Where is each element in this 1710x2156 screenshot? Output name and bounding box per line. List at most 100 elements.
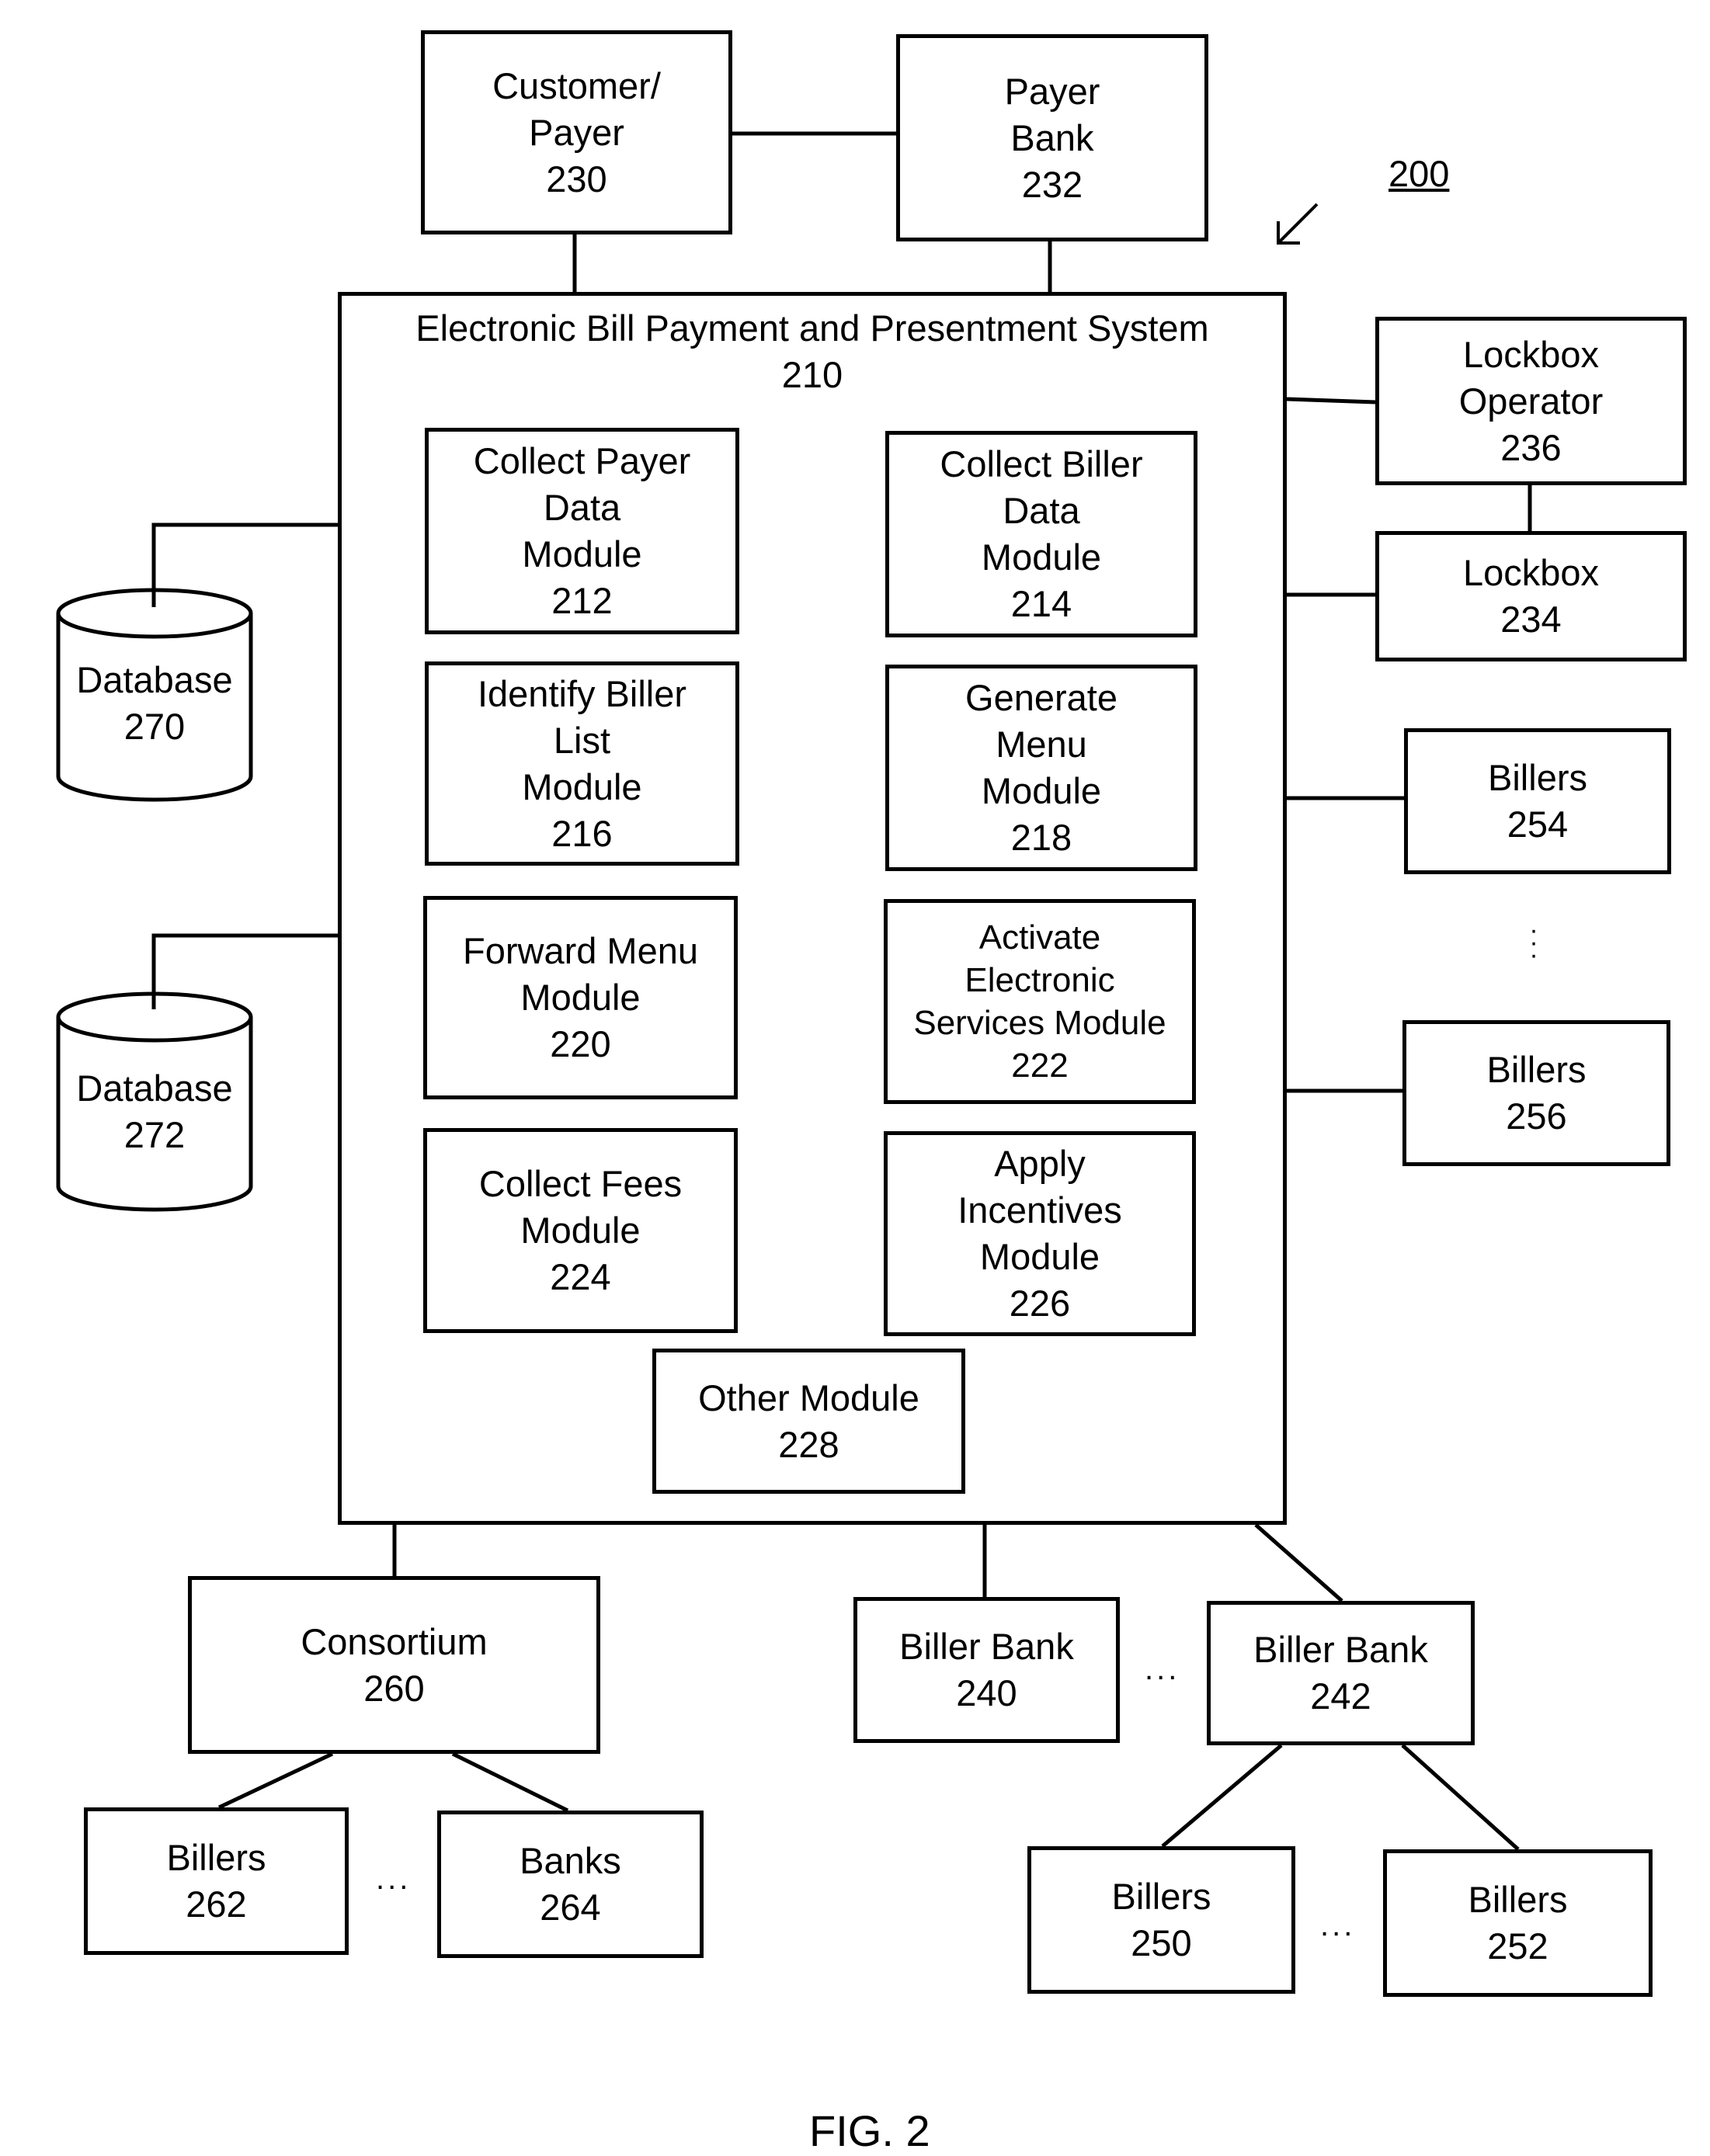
payer-bank-box: Payer Bank 232 bbox=[896, 34, 1208, 241]
billers-262-box: Billers 262 bbox=[84, 1807, 349, 1955]
billers-label: Billers bbox=[1111, 1876, 1211, 1917]
ebpp-system-number: 210 bbox=[781, 354, 843, 395]
module-number: 224 bbox=[550, 1256, 611, 1297]
module-label: Module bbox=[520, 977, 641, 1018]
database-270-label: Database 270 bbox=[58, 657, 251, 750]
biller-bank-240-box: Biller Bank 240 bbox=[853, 1597, 1120, 1743]
module-number: 220 bbox=[550, 1023, 611, 1064]
module-label: Menu bbox=[996, 724, 1087, 765]
module-label: List bbox=[553, 719, 611, 761]
module-label: Module bbox=[520, 1210, 641, 1251]
module-number: 226 bbox=[1009, 1283, 1071, 1324]
billers-number: 252 bbox=[1487, 1925, 1548, 1967]
customer-payer-number: 230 bbox=[546, 158, 607, 200]
module-label: Collect Biller bbox=[940, 443, 1143, 484]
module-collect-biller-data: Collect Biller Data Module 214 bbox=[885, 431, 1197, 637]
ellipsis-consortium: ... bbox=[376, 1862, 412, 1896]
biller-bank-label: Biller Bank bbox=[899, 1626, 1074, 1667]
billers-number: 256 bbox=[1506, 1095, 1567, 1137]
lockbox-operator-number: 236 bbox=[1500, 426, 1562, 468]
customer-payer-box: Customer/ Payer 230 bbox=[421, 30, 732, 234]
module-label: Module bbox=[522, 533, 642, 575]
billers-label: Billers bbox=[1488, 757, 1587, 798]
module-generate-menu: Generate Menu Module 218 bbox=[885, 665, 1197, 871]
consortium-number: 260 bbox=[363, 1667, 425, 1709]
module-number: 228 bbox=[778, 1423, 839, 1465]
reference-arrow-icon bbox=[1277, 203, 1319, 245]
banks-label: Banks bbox=[520, 1840, 621, 1881]
connector-consortium-billers262 bbox=[217, 1752, 334, 1810]
biller-bank-242-box: Biller Bank 242 bbox=[1207, 1601, 1475, 1745]
database-number: 272 bbox=[123, 1114, 186, 1155]
lockbox-operator-box: Lockbox Operator 236 bbox=[1375, 317, 1687, 485]
vertical-ellipsis: · · · bbox=[1529, 915, 1538, 970]
connector-billerbank242-billers252 bbox=[1401, 1744, 1520, 1851]
module-identify-biller-list: Identify Biller List Module 216 bbox=[425, 661, 739, 866]
module-label: Forward Menu bbox=[463, 930, 698, 971]
module-label: Collect Payer bbox=[473, 440, 691, 481]
billers-label: Billers bbox=[166, 1837, 266, 1878]
billers-250-box: Billers 250 bbox=[1027, 1846, 1295, 1994]
module-forward-menu: Forward Menu Module 220 bbox=[423, 896, 738, 1099]
module-other: Other Module 228 bbox=[652, 1349, 965, 1494]
module-collect-payer-data: Collect Payer Data Module 212 bbox=[425, 428, 739, 634]
module-label: Module bbox=[981, 536, 1102, 578]
ebpp-system-title: Electronic Bill Payment and Presentment … bbox=[342, 305, 1283, 398]
banks-number: 264 bbox=[540, 1887, 601, 1928]
billers-number: 254 bbox=[1507, 804, 1569, 845]
customer-payer-label-1: Customer/ bbox=[492, 64, 661, 106]
biller-bank-number: 240 bbox=[956, 1672, 1017, 1713]
connector-billerbank242-billers250 bbox=[1161, 1744, 1283, 1848]
module-label: Module bbox=[522, 766, 642, 807]
module-label: Identify Biller bbox=[477, 672, 687, 714]
billers-256-box: Billers 256 bbox=[1402, 1020, 1670, 1166]
connector-main-lockboxoperator bbox=[1286, 397, 1376, 404]
module-activate-electronic-services: Activate Electronic Services Module 222 bbox=[884, 899, 1196, 1104]
module-label: Services Module bbox=[913, 1004, 1166, 1042]
banks-264-box: Banks 264 bbox=[437, 1811, 704, 1958]
module-label: Data bbox=[543, 487, 621, 528]
biller-bank-number: 242 bbox=[1310, 1675, 1371, 1717]
lockbox-box: Lockbox 234 bbox=[1375, 531, 1687, 661]
billers-number: 250 bbox=[1131, 1922, 1192, 1963]
lockbox-number: 234 bbox=[1500, 599, 1562, 640]
module-number: 214 bbox=[1010, 583, 1072, 624]
billers-254-box: Billers 254 bbox=[1404, 728, 1671, 874]
module-collect-fees: Collect Fees Module 224 bbox=[423, 1128, 738, 1333]
module-label: Module bbox=[981, 770, 1102, 811]
database-272-label: Database 272 bbox=[58, 1065, 251, 1158]
module-label: Activate bbox=[978, 918, 1101, 956]
connector-main-billerbank242 bbox=[1254, 1523, 1343, 1602]
figure-reference-number: 200 bbox=[1389, 153, 1450, 194]
ellipsis-billers: ... bbox=[1320, 1908, 1356, 1942]
module-number: 222 bbox=[1011, 1047, 1069, 1085]
customer-payer-label-2: Payer bbox=[529, 111, 624, 153]
module-label: Apply bbox=[994, 1143, 1086, 1184]
lockbox-operator-label-1: Lockbox bbox=[1462, 333, 1600, 375]
module-number: 212 bbox=[551, 580, 613, 621]
module-label: Other Module bbox=[698, 1377, 919, 1418]
billers-label: Billers bbox=[1468, 1879, 1568, 1920]
database-number: 270 bbox=[123, 706, 186, 747]
database-label: Database bbox=[76, 659, 233, 700]
biller-bank-label: Biller Bank bbox=[1253, 1629, 1428, 1670]
ellipsis-biller-banks: ... bbox=[1145, 1652, 1180, 1686]
figure-caption: FIG. 2 bbox=[809, 2106, 930, 2155]
payer-bank-number: 232 bbox=[1021, 163, 1083, 205]
billers-252-box: Billers 252 bbox=[1383, 1849, 1653, 1997]
payer-bank-label-2: Bank bbox=[1010, 116, 1094, 158]
billers-number: 262 bbox=[186, 1883, 247, 1925]
database-label: Database bbox=[76, 1068, 233, 1109]
module-label: Generate bbox=[965, 677, 1117, 718]
connector-consortium-banks264 bbox=[451, 1752, 569, 1813]
module-label: Data bbox=[1003, 490, 1080, 531]
consortium-label: Consortium bbox=[301, 1620, 488, 1662]
module-label: Collect Fees bbox=[478, 1163, 683, 1204]
module-number: 218 bbox=[1010, 817, 1072, 858]
ebpp-system-name: Electronic Bill Payment and Presentment … bbox=[415, 307, 1209, 349]
payer-bank-label-1: Payer bbox=[1004, 70, 1100, 112]
lockbox-label: Lockbox bbox=[1462, 552, 1600, 593]
lockbox-operator-label-2: Operator bbox=[1458, 380, 1604, 422]
module-label: Incentives bbox=[958, 1189, 1122, 1231]
billers-label: Billers bbox=[1486, 1049, 1587, 1090]
